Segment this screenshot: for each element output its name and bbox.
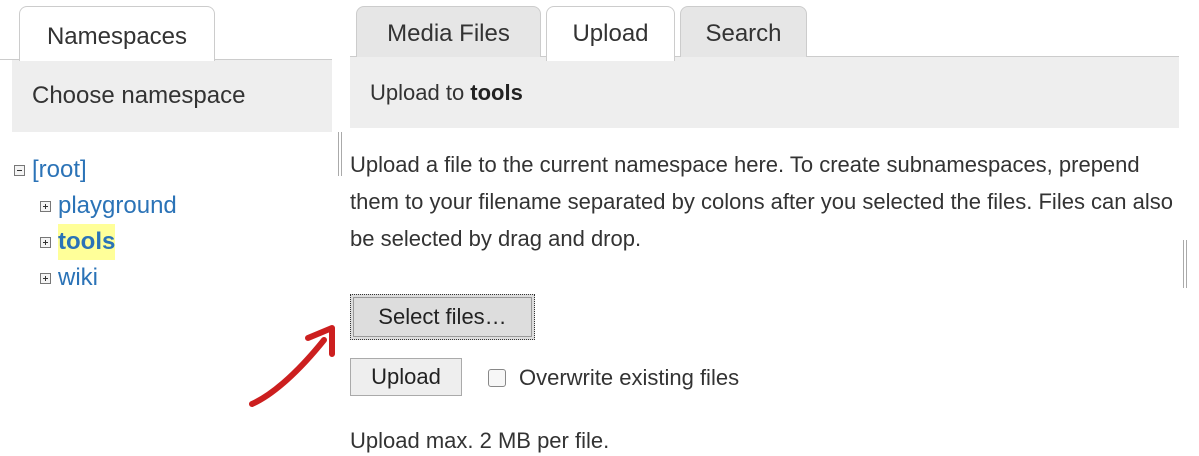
tab-upload-label: Upload [572, 20, 649, 47]
select-files-button[interactable]: Select files… [350, 294, 535, 340]
upload-size-note: Upload max. 2 MB per file. [350, 428, 610, 453]
tree-link-playground[interactable]: playground [58, 188, 177, 224]
tab-upload[interactable]: Upload [546, 6, 675, 61]
content-resize-handle[interactable] [1183, 240, 1187, 288]
tab-media-files[interactable]: Media Files [356, 6, 541, 60]
choose-namespace-header: Choose namespace [12, 60, 332, 132]
tree-item-tools: tools [14, 224, 177, 260]
upload-button[interactable]: Upload [350, 358, 462, 396]
tree-item-playground: playground [14, 188, 177, 224]
choose-namespace-label: Choose namespace [32, 82, 246, 109]
overwrite-option[interactable]: Overwrite existing files [488, 365, 739, 391]
upload-header-prefix: Upload to [370, 80, 471, 105]
tab-media-files-label: Media Files [387, 20, 510, 47]
panel-resize-handle[interactable] [338, 132, 342, 176]
tab-namespaces-label: Namespaces [46, 23, 188, 50]
tab-search-label: Search [705, 20, 782, 47]
red-arrow-icon [249, 325, 335, 407]
overwrite-checkbox[interactable] [488, 369, 506, 387]
tab-search[interactable]: Search [680, 6, 807, 60]
upload-instructions: Upload a file to the current namespace h… [350, 152, 1173, 251]
tree-link-root[interactable]: [root] [32, 152, 87, 188]
upload-header: Upload to tools [350, 57, 1179, 128]
tab-namespaces[interactable]: Namespaces [19, 6, 215, 61]
upload-header-namespace: tools [470, 80, 523, 105]
plus-box-icon[interactable] [40, 236, 51, 248]
tree-item-root: [root] [14, 152, 177, 188]
namespace-tabbar: Namespaces [0, 0, 332, 61]
media-tabbar: Media Files Upload Search [350, 0, 1179, 61]
overwrite-label: Overwrite existing files [519, 365, 740, 390]
tree-link-wiki[interactable]: wiki [58, 260, 98, 296]
plus-box-icon[interactable] [40, 272, 51, 284]
tree-link-tools[interactable]: tools [58, 224, 116, 260]
plus-box-icon[interactable] [40, 200, 51, 212]
minus-box-icon[interactable] [14, 164, 25, 176]
namespace-tree: [root] playground tools wiki [14, 152, 177, 296]
tree-item-wiki: wiki [14, 260, 177, 296]
